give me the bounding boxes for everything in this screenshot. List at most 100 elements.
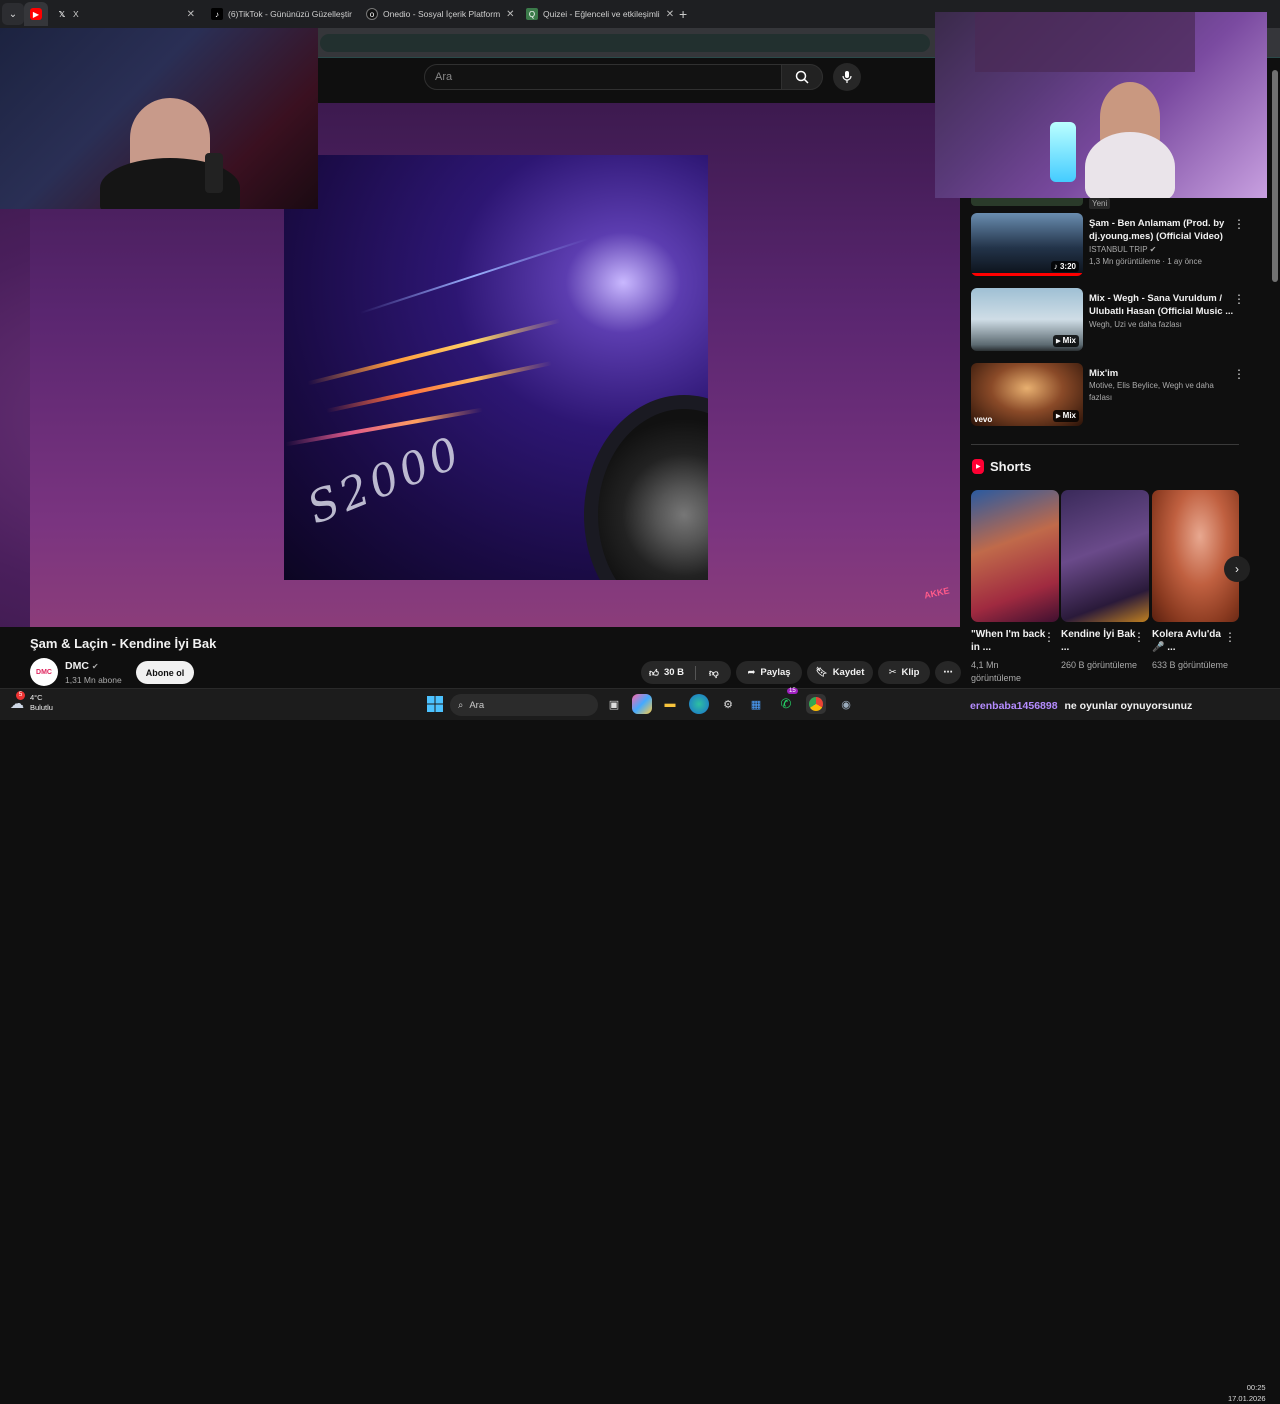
voice-search-button[interactable] <box>833 63 861 91</box>
more-options-icon[interactable]: ⋮ <box>1233 217 1245 231</box>
edge-icon[interactable] <box>689 694 709 714</box>
address-bar[interactable] <box>320 34 930 52</box>
x-icon: 𝕏 <box>58 9 66 19</box>
more-actions-button[interactable]: ⋯ <box>935 661 961 684</box>
tab-search-dropdown[interactable]: ⌄ <box>2 3 24 25</box>
shorts-next-button[interactable]: › <box>1224 556 1250 582</box>
save-button[interactable]: 🔖︎ Kaydet <box>807 661 873 684</box>
shorts-icon: ▶ <box>972 459 984 474</box>
tab-label: X <box>73 9 79 19</box>
whatsapp-icon[interactable]: ✆ 15 <box>776 688 798 714</box>
copilot-icon[interactable] <box>632 694 652 714</box>
streamer-body <box>1085 132 1175 198</box>
taskbar-search[interactable]: ⌕ Ara <box>450 694 598 716</box>
short-thumbnail[interactable] <box>1061 490 1149 622</box>
channel-name[interactable]: DMC ✔ <box>65 660 99 672</box>
section-divider <box>971 444 1239 445</box>
recommendation-channel: Wegh, Uzi ve daha fazlası <box>1089 320 1182 329</box>
lamp <box>1050 122 1076 182</box>
file-explorer-icon[interactable]: ▬ <box>660 694 680 714</box>
short-title[interactable]: Kolera Avlu'da 🎤 ... <box>1152 628 1227 654</box>
recommendation-title[interactable]: Mix - Wegh - Sana Vuruldum / Ulubatlı Ha… <box>1089 292 1239 318</box>
mix-badge: ⫸ Mix <box>1052 335 1079 347</box>
shorts-title: Shorts <box>990 459 1032 474</box>
video-thumbnail[interactable]: ⫸ Mix <box>971 288 1083 351</box>
scissors-icon: ✂ <box>888 667 897 678</box>
windows-icon <box>427 696 443 712</box>
recommendation-title[interactable]: Şam - Ben Anlamam (Prod. by dj.young.mes… <box>1089 217 1239 243</box>
chrome-icon[interactable] <box>806 694 826 714</box>
clip-label: Klip <box>901 667 920 678</box>
search-input[interactable]: Ara <box>424 64 782 90</box>
weather-condition: Bulutlu <box>30 703 53 712</box>
car-badge: S2000 <box>300 426 470 535</box>
system-clock[interactable]: 00:25 17.01.2026 <box>1228 1382 1266 1404</box>
recommendation-item[interactable]: ♪ 3:20 Şam - Ben Anlamam (Prod. by dj.yo… <box>971 213 1271 281</box>
steam-icon[interactable]: ◉ <box>836 694 856 714</box>
recommendation-item[interactable]: ⫸ Mix Mix - Wegh - Sana Vuruldum / Uluba… <box>971 288 1271 356</box>
clip-button[interactable]: ✂ Klip <box>878 661 930 684</box>
share-button[interactable]: ➦ Paylaş <box>736 661 802 684</box>
tab-label: Quizei - Eğlenceli ve etkileşimli <box>543 9 660 19</box>
close-icon[interactable]: ✕ <box>181 9 195 20</box>
short-title[interactable]: Kendine İyi Bak ... <box>1061 628 1136 654</box>
subscribe-button[interactable]: Abone ol <box>136 661 194 684</box>
tab-tiktok[interactable]: ♪ (6)TikTok - Gününüzü Güzelleştir ✕ <box>203 2 358 26</box>
album-art: S2000 <box>284 155 708 580</box>
scrollbar-thumb[interactable] <box>1272 70 1278 282</box>
save-label: Kaydet <box>832 667 865 678</box>
more-options-icon[interactable]: ⋮ <box>1233 292 1245 306</box>
thumbs-down-icon: 👎︎ <box>709 667 719 679</box>
store-icon[interactable]: ▦ <box>746 694 766 714</box>
short-views: 633 B görüntüleme <box>1152 660 1229 670</box>
short-views: 260 B görüntüleme <box>1061 660 1138 670</box>
search-button[interactable] <box>781 64 823 90</box>
duration-badge: ♪ 3:20 <box>1050 261 1079 272</box>
microphone-icon <box>842 71 852 83</box>
recommendation-title[interactable]: Mix'im <box>1089 367 1239 380</box>
recommendation-channel: ISTANBUL TRIP ✔ <box>1089 245 1157 254</box>
task-view-icon[interactable]: ▣ <box>604 694 624 714</box>
microphone <box>205 153 223 193</box>
video-thumbnail[interactable]: ♪ 3:20 <box>971 213 1083 276</box>
short-thumbnail[interactable] <box>971 490 1059 622</box>
more-options-icon[interactable]: ⋮ <box>1224 630 1236 644</box>
channel-name-text: DMC <box>65 660 89 672</box>
bookmark-icon: 🔖︎ <box>815 667 828 678</box>
tab-youtube[interactable]: ▶ <box>24 2 48 26</box>
channel-avatar[interactable]: DMC <box>30 658 58 686</box>
share-label: Paylaş <box>760 667 791 678</box>
share-icon: ➦ <box>747 667 756 678</box>
page-scrollbar[interactable] <box>1270 60 1280 688</box>
short-thumbnail[interactable] <box>1152 490 1239 622</box>
recommendation-item[interactable]: vevo ⫸ Mix Mix'im Motive, Elis Beylice, … <box>971 363 1271 431</box>
mix-badge: ⫸ Mix <box>1052 410 1079 422</box>
new-tab-button[interactable]: + <box>679 6 687 22</box>
onedio-icon: o <box>366 8 378 20</box>
like-dislike-group: 👍︎ 30 B 👎︎ <box>641 661 731 684</box>
more-options-icon[interactable]: ⋮ <box>1133 630 1145 644</box>
app-icon[interactable]: ⚙ <box>718 694 738 714</box>
tab-onedio[interactable]: o Onedio - Sosyal İçerik Platform ✕ <box>358 2 518 26</box>
vevo-label: vevo <box>974 415 993 424</box>
tab-quizei[interactable]: Q Quizei - Eğlenceli ve etkileşimli ✕ <box>518 2 673 26</box>
video-thumbnail[interactable]: vevo ⫸ Mix <box>971 363 1083 426</box>
new-badge: Yeni <box>1089 198 1111 209</box>
youtube-icon: ▶ <box>30 8 42 20</box>
webcam-overlay-left <box>0 28 318 209</box>
start-button[interactable] <box>425 694 445 714</box>
close-icon[interactable]: ✕ <box>500 9 514 20</box>
weather-widget[interactable]: ☁ 5 4°C Bulutlu <box>10 690 53 713</box>
chat-username: erenbaba1456898 <box>970 700 1058 712</box>
tab-label: (6)TikTok - Gününüzü Güzelleştir <box>228 9 352 19</box>
tab-x[interactable]: 𝕏 X ✕ <box>48 2 203 26</box>
short-title[interactable]: "When I'm back in ... <box>971 628 1046 654</box>
close-icon[interactable]: ✕ <box>660 9 673 20</box>
dislike-button[interactable]: 👎︎ <box>709 667 719 679</box>
like-button[interactable]: 👍︎ 30 B <box>649 667 684 679</box>
more-options-icon[interactable]: ⋮ <box>1043 630 1055 644</box>
more-options-icon[interactable]: ⋮ <box>1233 367 1245 381</box>
short-views: 4,1 Mn görüntüleme <box>971 660 1022 683</box>
playlist-icon: ⫸ <box>1055 336 1063 345</box>
playlist-icon: ⫸ <box>1055 411 1063 420</box>
